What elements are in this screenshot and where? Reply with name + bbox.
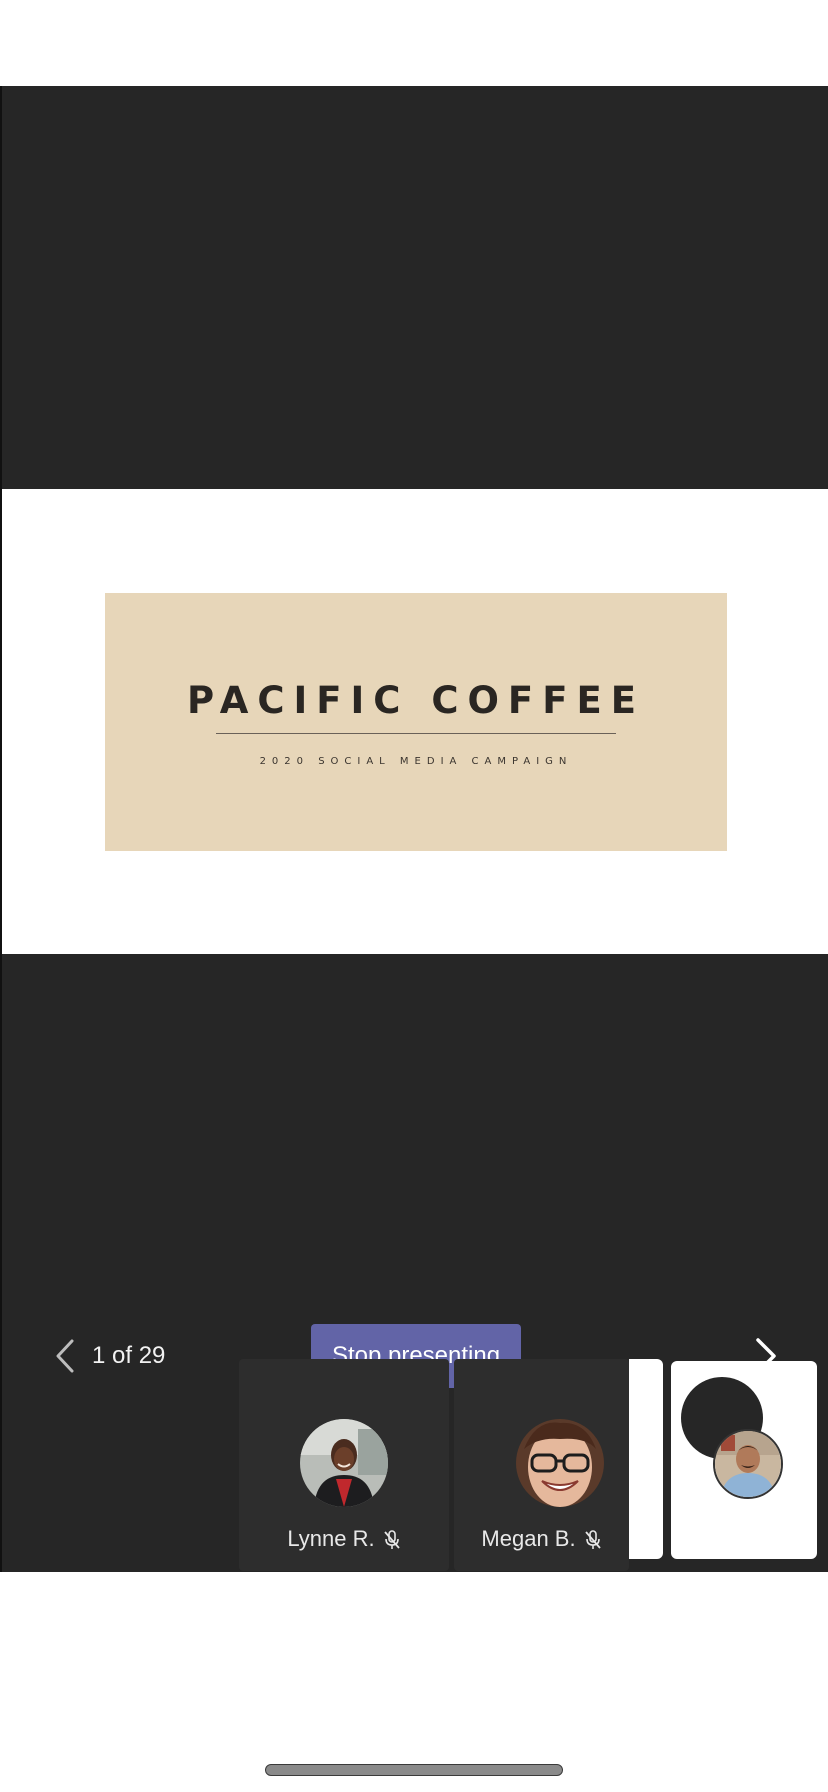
avatar — [300, 1419, 388, 1507]
shared-slide: PACIFIC COFFEE 2020 SOCIAL MEDIA CAMPAIG… — [2, 489, 828, 954]
mic-off-icon — [584, 1530, 602, 1550]
meeting-screen: PACIFIC COFFEE 2020 SOCIAL MEDIA CAMPAIG… — [0, 0, 828, 1792]
slide-title-card: PACIFIC COFFEE 2020 SOCIAL MEDIA CAMPAIG… — [105, 593, 727, 851]
participant-name-row: Megan B. — [454, 1526, 629, 1552]
participant-name: Lynne R. — [287, 1526, 375, 1551]
presentation-stage: PACIFIC COFFEE 2020 SOCIAL MEDIA CAMPAIG… — [0, 86, 828, 1572]
participant-name-row: Lynne R. — [239, 1526, 449, 1552]
mic-off-icon — [383, 1530, 401, 1550]
slide-counter: 1 of 29 — [92, 1342, 166, 1369]
previous-slide-button[interactable] — [52, 1338, 82, 1374]
participant-tile[interactable]: Lynne R. — [239, 1359, 449, 1571]
participant-tile-partial — [629, 1359, 663, 1559]
slide-divider — [216, 733, 616, 734]
participant-name: Megan B. — [481, 1526, 576, 1551]
slide-title: PACIFIC COFFEE — [186, 679, 646, 722]
participant-tile[interactable]: Megan B. — [454, 1359, 629, 1571]
home-indicator[interactable] — [265, 1764, 563, 1776]
avatar — [516, 1419, 604, 1507]
avatar — [713, 1429, 783, 1499]
chevron-left-icon — [56, 1339, 74, 1373]
slide-subtitle: 2020 SOCIAL MEDIA CAMPAIGN — [259, 756, 573, 767]
self-preview-tile[interactable] — [671, 1361, 817, 1559]
